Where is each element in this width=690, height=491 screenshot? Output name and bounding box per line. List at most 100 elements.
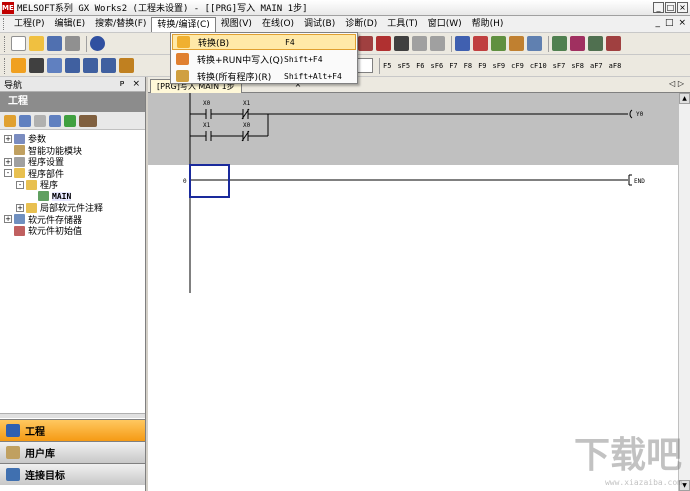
print-icon[interactable] [65, 36, 80, 51]
mdi-close-button[interactable]: × [678, 18, 686, 28]
tool-coil[interactable]: F7 [449, 62, 457, 70]
menu-item-convert[interactable]: 转换(B) F4 [172, 34, 356, 50]
restore-button[interactable]: □ [665, 2, 676, 13]
menu-item-convert-all-label: 转换(所有程序)(R) [197, 72, 272, 83]
tool-falling-branch[interactable]: aF8 [609, 62, 622, 70]
mdi-restore-button[interactable]: □ [665, 18, 674, 28]
menu-window[interactable]: 窗口(W) [423, 17, 467, 32]
close-button[interactable]: × [677, 2, 688, 13]
tool-falling-edge[interactable]: sF8 [571, 62, 584, 70]
tool-rising-edge[interactable]: sF7 [553, 62, 566, 70]
tab-project-label: 工程 [25, 427, 45, 438]
ladder-tool-3-icon[interactable] [394, 36, 409, 51]
device-icon[interactable] [65, 58, 80, 73]
tool-close-branch[interactable]: sF6 [431, 62, 444, 70]
nav-header-title: 导航 [4, 80, 23, 91]
convert-all-icon [176, 70, 189, 82]
menu-edit[interactable]: 编辑(E) [49, 17, 90, 32]
ladder-tool-5-icon[interactable] [430, 36, 445, 51]
simulation-icon[interactable] [527, 36, 542, 51]
watch-icon[interactable] [588, 36, 603, 51]
end-label: END [634, 178, 645, 185]
tool-open-branch[interactable]: sF5 [397, 62, 410, 70]
save-icon[interactable] [47, 36, 62, 51]
window-title: MELSOFT系列 GX Works2 (工程未设置) - [[PRG]写入 M… [17, 4, 308, 14]
stop-icon[interactable] [606, 36, 621, 51]
pin-icon[interactable]: ᴘ [120, 79, 125, 89]
tool-close-contact[interactable]: F6 [416, 62, 424, 70]
open-folder-icon[interactable] [29, 36, 44, 51]
tree-item[interactable]: - 程序部件 [0, 168, 145, 180]
menu-convert-compile[interactable]: 转换/编译(C) [151, 16, 216, 32]
menu-diagnostics[interactable]: 诊断(D) [340, 17, 382, 32]
collapse-icon[interactable]: - [16, 180, 24, 189]
tab-scroll-right-icon[interactable]: ▷ [678, 79, 684, 88]
ladder-tool-1-icon[interactable] [358, 36, 373, 51]
minimize-button[interactable]: _ [653, 2, 664, 13]
tool-horizontal-line[interactable]: F9 [478, 62, 486, 70]
tool-application-instruction[interactable]: F8 [464, 62, 472, 70]
tab-project[interactable]: 工程 [0, 419, 145, 441]
nav-close-button[interactable]: × [132, 79, 140, 89]
tree-item[interactable]: - 程序 [0, 179, 145, 191]
new-data-icon[interactable] [4, 114, 16, 127]
device-batch-icon[interactable] [552, 36, 567, 51]
tree-item[interactable]: 智能功能模块 [0, 145, 145, 157]
tool-vertical-line[interactable]: sF9 [493, 62, 506, 70]
paste-icon[interactable] [34, 114, 46, 127]
menu-item-convert-all[interactable]: 转换(所有程序)(R) Shift+Alt+F4 [172, 68, 356, 84]
expand-icon[interactable]: + [4, 215, 12, 224]
expand-icon[interactable]: + [4, 134, 12, 143]
menu-online[interactable]: 在线(O) [257, 17, 299, 32]
menu-grip[interactable] [3, 18, 6, 30]
read-plc-icon[interactable] [473, 36, 488, 51]
tool-delete-vertical[interactable]: cF10 [530, 62, 547, 70]
menu-help[interactable]: 帮助(H) [467, 17, 509, 32]
tab-connection-destination[interactable]: 连接目标 [0, 463, 145, 485]
sort-icon[interactable] [79, 114, 97, 127]
ladder-diagram[interactable]: X0 X1 X1 X0 Y0 0 END [148, 93, 678, 293]
register-icon[interactable] [570, 36, 585, 51]
tool-delete-horizontal[interactable]: cF9 [511, 62, 524, 70]
ladder-tool-2-icon[interactable] [376, 36, 391, 51]
new-file-icon[interactable] [11, 36, 26, 51]
navigation-toggle-icon[interactable] [11, 58, 26, 73]
toolbar-grip-2[interactable] [4, 57, 8, 74]
toolbar-grip[interactable] [4, 35, 8, 52]
expand-icon[interactable]: + [4, 157, 12, 166]
tree-item-label: 程序 [40, 181, 59, 192]
contact-label-2: X1 [243, 100, 251, 107]
tool-rising-branch[interactable]: aF7 [590, 62, 603, 70]
menu-tool[interactable]: 工具(T) [382, 17, 423, 32]
tool-open-contact[interactable]: F5 [383, 62, 391, 70]
nav-splitter[interactable] [0, 413, 145, 418]
ladder-tool-4-icon[interactable] [412, 36, 427, 51]
menu-item-convert-label: 转换(B) [198, 38, 230, 49]
tree-item[interactable]: 软元件初始值 [0, 225, 145, 237]
menu-item-convert-run-write[interactable]: 转换+RUN中写入(Q) Shift+F4 [172, 51, 356, 67]
verify-icon[interactable] [491, 36, 506, 51]
tree-item[interactable]: + 程序设置 [0, 156, 145, 168]
menu-find-replace[interactable]: 搜索/替换(F) [90, 17, 151, 32]
scroll-up-icon[interactable]: ▲ [679, 93, 690, 104]
monitor-icon[interactable] [509, 36, 524, 51]
device-comment-icon[interactable] [83, 58, 98, 73]
write-plc-icon[interactable] [455, 36, 470, 51]
contact-label-3: X1 [203, 122, 211, 129]
help-icon[interactable] [90, 36, 105, 51]
expand-icon[interactable]: + [16, 203, 24, 212]
dev-icon[interactable] [101, 58, 116, 73]
refresh-icon[interactable] [64, 114, 76, 127]
program-icon[interactable] [119, 58, 134, 73]
copy-icon[interactable] [19, 114, 31, 127]
ladder-view-icon[interactable] [29, 58, 44, 73]
list-view-icon[interactable] [47, 58, 62, 73]
property-icon[interactable] [49, 114, 61, 127]
tab-user-library[interactable]: 用户库 [0, 441, 145, 463]
tab-scroll-left-icon[interactable]: ◁ [669, 79, 675, 88]
menu-project[interactable]: 工程(P) [9, 17, 49, 32]
collapse-icon[interactable]: - [4, 169, 12, 178]
mdi-minimize-button[interactable]: _ [655, 18, 660, 28]
menu-view[interactable]: 视图(V) [216, 17, 257, 32]
menu-debug[interactable]: 调试(B) [299, 17, 340, 32]
